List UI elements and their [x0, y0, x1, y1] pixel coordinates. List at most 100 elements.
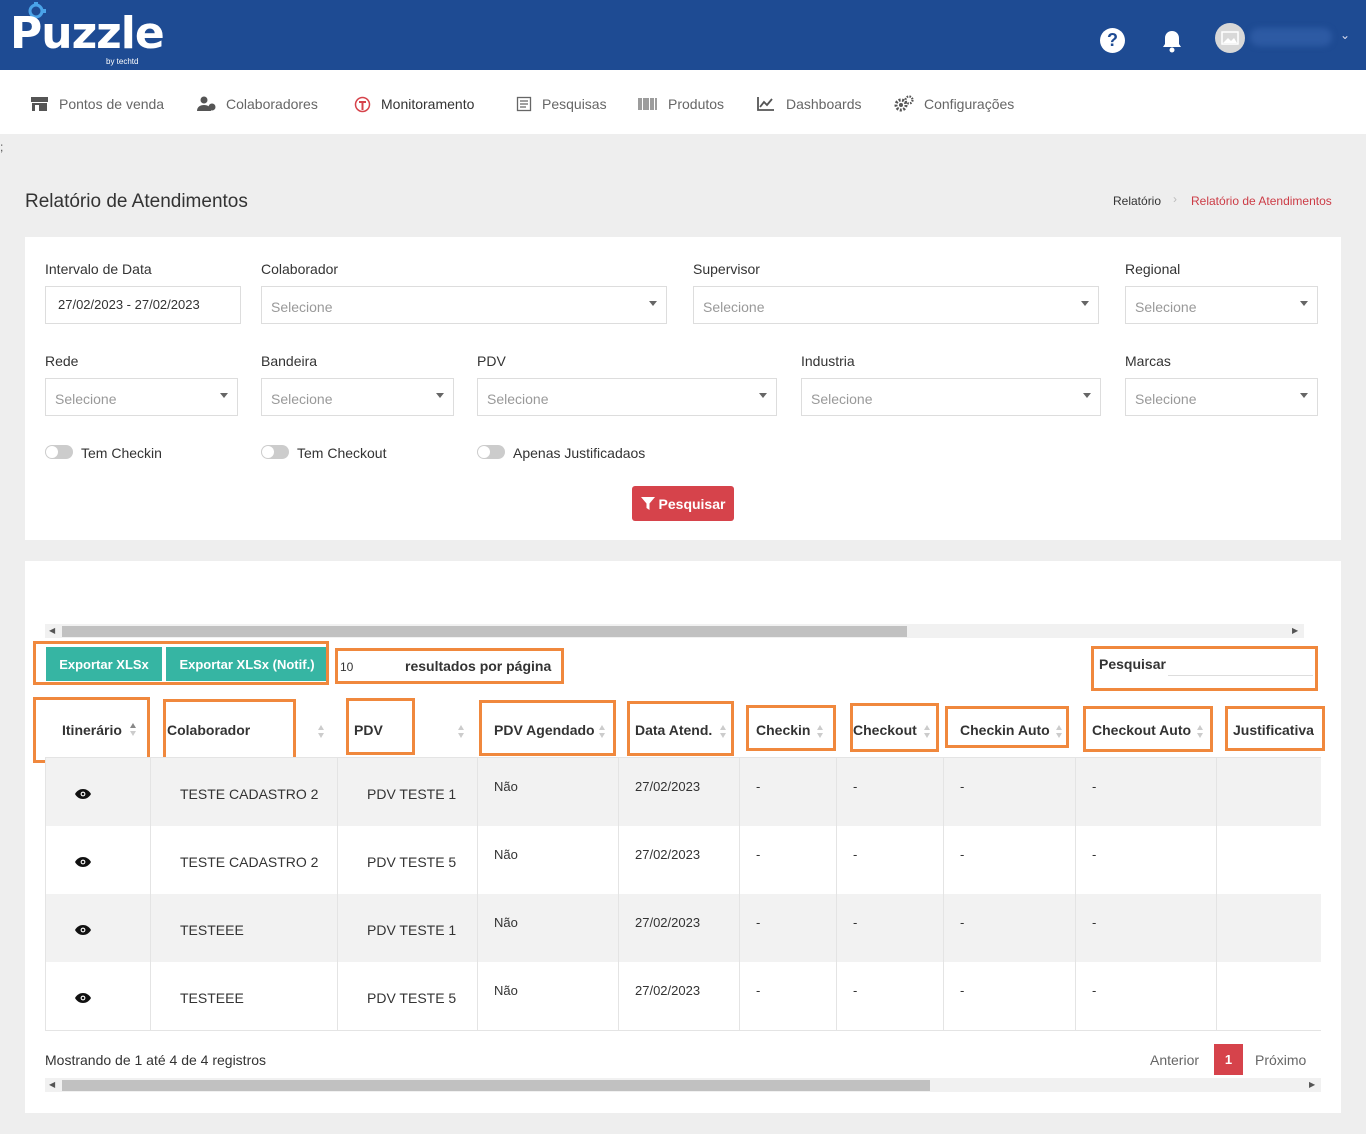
- regional-select[interactable]: Selecione: [1125, 286, 1318, 324]
- industria-select[interactable]: Selecione: [801, 378, 1101, 416]
- checkin-cell: -: [756, 779, 761, 794]
- checkout-cell: -: [853, 915, 858, 930]
- scroll-left-icon[interactable]: ◀: [49, 1078, 55, 1092]
- marcas-select[interactable]: Selecione: [1125, 378, 1318, 416]
- apenas-justificadas-label: Apenas Justificadaos: [513, 445, 646, 461]
- image-icon: [1221, 31, 1239, 45]
- select-placeholder: Selecione: [55, 391, 117, 407]
- help-icon[interactable]: ?: [1100, 28, 1125, 53]
- regional-label: Regional: [1125, 261, 1181, 277]
- nav-label: Produtos: [668, 96, 725, 112]
- highlight-box: [346, 698, 415, 755]
- survey-icon: [516, 96, 532, 112]
- select-placeholder: Selecione: [487, 391, 549, 407]
- pdv-cell: PDV TESTE 5: [367, 854, 457, 870]
- nav-item-produtos[interactable]: Produtos: [638, 94, 724, 114]
- users-icon: [197, 96, 216, 111]
- nav-item-colaboradores[interactable]: Colaboradores: [196, 94, 318, 114]
- pagination-current-page[interactable]: 1: [1214, 1044, 1243, 1075]
- pdv-select[interactable]: Selecione: [477, 378, 777, 416]
- nav-label: Monitoramento: [381, 96, 475, 112]
- tem-checkout-toggle[interactable]: [261, 445, 289, 459]
- top-header: Puzzle by techtd ? ⌄: [0, 0, 1366, 70]
- caret-down-icon: [220, 393, 228, 398]
- nav-item-monitoramento[interactable]: Monitoramento: [354, 94, 474, 114]
- highlight-box: [479, 700, 616, 756]
- eye-icon[interactable]: [75, 925, 91, 935]
- scroll-right-icon[interactable]: ▶: [1292, 624, 1298, 638]
- select-placeholder: Selecione: [811, 391, 873, 407]
- checkin-auto-cell: -: [960, 915, 965, 930]
- nav-label: Colaboradores: [226, 96, 318, 112]
- tem-checkin-toggle[interactable]: [45, 445, 73, 459]
- scroll-left-icon[interactable]: ◀: [49, 624, 55, 638]
- scroll-thumb[interactable]: [62, 626, 907, 637]
- pagination-next[interactable]: Próximo: [1255, 1052, 1306, 1068]
- select-placeholder: Selecione: [703, 299, 765, 315]
- bell-icon[interactable]: [1159, 28, 1185, 54]
- supervisor-label: Supervisor: [693, 261, 760, 277]
- tem-checkout-label: Tem Checkout: [297, 445, 387, 461]
- marcas-label: Marcas: [1125, 353, 1171, 369]
- caret-down-icon: [649, 301, 657, 306]
- eye-icon[interactable]: [75, 993, 91, 1003]
- highlight-box: [163, 699, 296, 765]
- column-divider: [943, 758, 944, 1030]
- column-divider: [45, 758, 46, 1030]
- checkout-cell: -: [853, 983, 858, 998]
- top-horizontal-scrollbar[interactable]: ◀ ▶: [45, 624, 1304, 638]
- pdv-agendado-cell: Não: [494, 847, 518, 862]
- checkin-cell: -: [756, 915, 761, 930]
- row-divider: [45, 757, 1321, 758]
- scroll-thumb[interactable]: [62, 1080, 930, 1091]
- rede-label: Rede: [45, 353, 79, 369]
- colaborador-label: Colaborador: [261, 261, 339, 277]
- nav-item-pontos-de-venda[interactable]: Pontos de venda: [30, 94, 164, 114]
- gears-icon: [894, 95, 914, 112]
- select-placeholder: Selecione: [271, 299, 333, 315]
- sort-icon[interactable]: [458, 725, 465, 738]
- colaborador-select[interactable]: Selecione: [261, 286, 667, 324]
- brand-logo[interactable]: Puzzle: [10, 6, 165, 62]
- highlight-box: [627, 701, 734, 756]
- nav-item-configuracoes[interactable]: Configurações: [894, 94, 1014, 114]
- page-title: Relatório de Atendimentos: [25, 191, 248, 212]
- breadcrumb-separator: ›: [1173, 192, 1177, 206]
- highlight-box: [1083, 706, 1213, 752]
- column-divider: [150, 758, 151, 1030]
- chevron-down-icon[interactable]: ⌄: [1340, 28, 1350, 42]
- nav-item-dashboards[interactable]: Dashboards: [756, 94, 862, 114]
- pdv-cell: PDV TESTE 1: [367, 786, 457, 802]
- avatar[interactable]: [1215, 23, 1245, 53]
- select-placeholder: Selecione: [271, 391, 333, 407]
- caret-down-icon: [1300, 393, 1308, 398]
- select-placeholder: Selecione: [1135, 299, 1197, 315]
- apenas-justificadas-toggle[interactable]: [477, 445, 505, 459]
- bottom-horizontal-scrollbar[interactable]: ◀ ▶: [45, 1078, 1321, 1092]
- date-range-input[interactable]: 27/02/2023 - 27/02/2023: [45, 286, 241, 324]
- scroll-right-icon[interactable]: ▶: [1309, 1078, 1315, 1092]
- eye-icon[interactable]: [75, 789, 91, 799]
- tem-checkin-label: Tem Checkin: [81, 445, 162, 461]
- checkin-auto-cell: -: [960, 779, 965, 794]
- industria-label: Industria: [801, 353, 855, 369]
- pdv-cell: PDV TESTE 1: [367, 922, 457, 938]
- search-button[interactable]: Pesquisar: [632, 486, 734, 521]
- rede-select[interactable]: Selecione: [45, 378, 238, 416]
- column-divider: [739, 758, 740, 1030]
- pagination-prev[interactable]: Anterior: [1150, 1052, 1199, 1068]
- main-nav: Pontos de venda Colaboradores Monitorame…: [0, 70, 1366, 134]
- highlight-box: [1091, 646, 1318, 691]
- eye-icon[interactable]: [75, 857, 91, 867]
- barcode-icon: [638, 98, 657, 110]
- supervisor-select[interactable]: Selecione: [693, 286, 1099, 324]
- caret-down-icon: [1083, 393, 1091, 398]
- breadcrumb-relatorio[interactable]: Relatório: [1113, 194, 1161, 208]
- nav-item-pesquisas[interactable]: Pesquisas: [516, 94, 607, 114]
- bandeira-select[interactable]: Selecione: [261, 378, 454, 416]
- checkout-auto-cell: -: [1092, 983, 1097, 998]
- nav-label: Pesquisas: [542, 96, 607, 112]
- sort-icon[interactable]: [318, 725, 325, 738]
- stray-text: ;: [0, 140, 4, 154]
- user-name[interactable]: [1250, 28, 1332, 46]
